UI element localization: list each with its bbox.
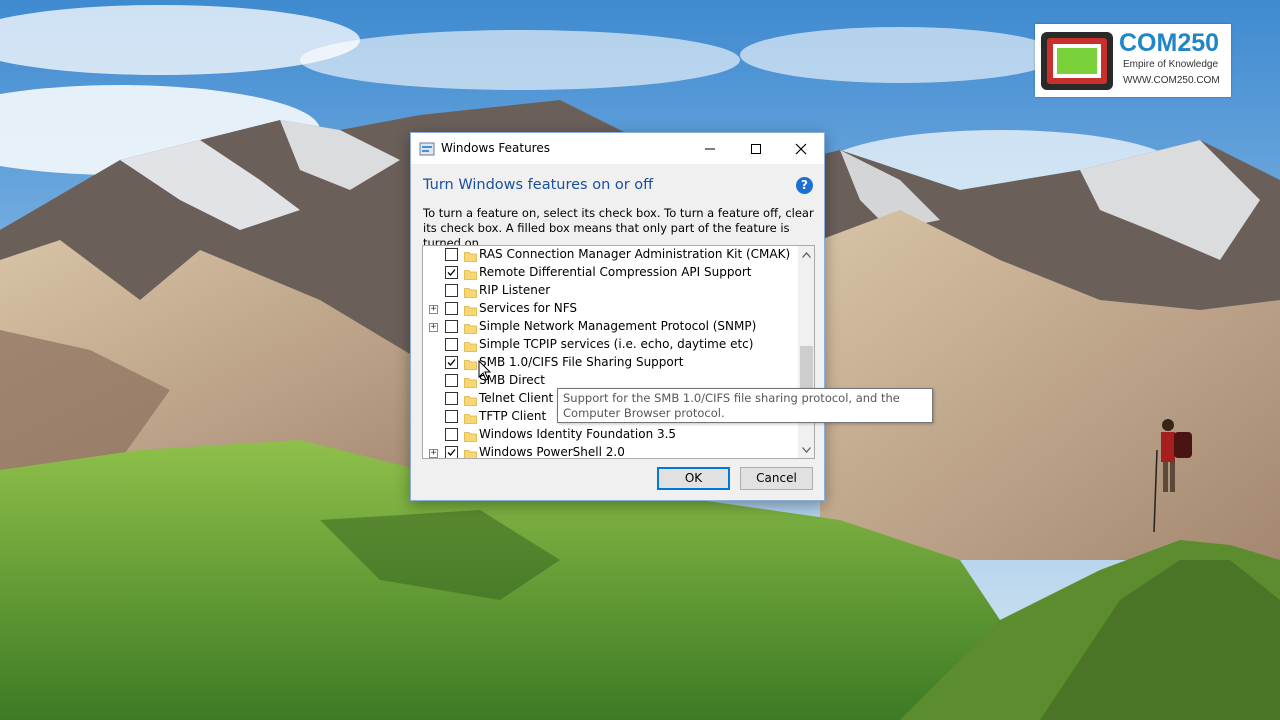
feature-checkbox[interactable] bbox=[445, 356, 458, 369]
close-icon bbox=[795, 143, 807, 154]
scroll-up-button[interactable] bbox=[798, 246, 814, 263]
feature-checkbox[interactable] bbox=[445, 410, 458, 423]
folder-icon bbox=[464, 374, 477, 388]
feature-checkbox[interactable] bbox=[445, 284, 458, 297]
feature-tree[interactable]: RAS Connection Manager Administration Ki… bbox=[422, 245, 815, 459]
vertical-scrollbar[interactable] bbox=[798, 246, 814, 458]
expand-plus-icon[interactable]: + bbox=[429, 449, 438, 458]
feature-label: RIP Listener bbox=[479, 283, 551, 297]
feature-label: TFTP Client bbox=[479, 409, 547, 423]
folder-icon bbox=[464, 320, 477, 334]
title-bar[interactable]: Windows Features bbox=[411, 133, 824, 164]
feature-checkbox[interactable] bbox=[445, 266, 458, 279]
checkmark-icon bbox=[447, 449, 456, 456]
feature-checkbox[interactable] bbox=[445, 248, 458, 261]
feature-row[interactable]: RIP Listener bbox=[423, 282, 798, 300]
logo-brand-com: COM bbox=[1119, 29, 1178, 57]
feature-checkbox[interactable] bbox=[445, 302, 458, 315]
dialog-heading: Turn Windows features on or off bbox=[423, 177, 654, 193]
folder-icon bbox=[464, 428, 477, 442]
chevron-up-icon bbox=[802, 251, 811, 258]
mouse-cursor-icon bbox=[478, 360, 492, 381]
folder-icon bbox=[464, 248, 477, 262]
logo-site: WWW.COM250.COM bbox=[1123, 75, 1220, 86]
chevron-down-icon bbox=[802, 446, 811, 453]
logo-brand-250: 250 bbox=[1177, 29, 1220, 57]
minimize-button[interactable] bbox=[687, 133, 733, 164]
checkmark-icon bbox=[447, 269, 456, 276]
folder-icon bbox=[464, 446, 477, 458]
feature-label: Windows Identity Foundation 3.5 bbox=[479, 427, 677, 441]
feature-label: Simple TCPIP services (i.e. echo, daytim… bbox=[479, 337, 754, 351]
feature-row[interactable]: + Simple Network Management Protocol (SNM… bbox=[423, 318, 798, 336]
feature-row[interactable]: Simple TCPIP services (i.e. echo, daytim… bbox=[423, 336, 798, 354]
folder-icon bbox=[464, 266, 477, 280]
feature-checkbox[interactable] bbox=[445, 374, 458, 387]
feature-checkbox[interactable] bbox=[445, 446, 458, 458]
feature-checkbox[interactable] bbox=[445, 428, 458, 441]
feature-label: Remote Differential Compression API Supp… bbox=[479, 265, 752, 279]
logo-tagline: Empire of Knowledge bbox=[1123, 59, 1219, 70]
com250-logo-mark-icon bbox=[1041, 32, 1113, 90]
folder-icon bbox=[464, 302, 477, 316]
feature-label: SMB 1.0/CIFS File Sharing Support bbox=[479, 355, 684, 369]
folder-icon bbox=[464, 356, 477, 370]
folder-icon bbox=[464, 392, 477, 406]
maximize-icon bbox=[751, 143, 761, 154]
feature-checkbox[interactable] bbox=[445, 392, 458, 405]
maximize-button[interactable] bbox=[733, 133, 779, 164]
folder-icon bbox=[464, 284, 477, 298]
feature-row[interactable]: Remote Differential Compression API Supp… bbox=[423, 264, 798, 282]
feature-label: RAS Connection Manager Administration Ki… bbox=[479, 247, 791, 261]
feature-row[interactable]: + Windows PowerShell 2.0 bbox=[423, 444, 798, 459]
checkmark-icon bbox=[447, 359, 456, 366]
feature-checkbox[interactable] bbox=[445, 338, 458, 351]
folder-icon bbox=[464, 338, 477, 352]
expand-plus-icon[interactable]: + bbox=[429, 305, 438, 314]
minimize-icon bbox=[705, 148, 715, 149]
windows-features-dialog: Windows Features Turn Windows features o… bbox=[410, 132, 825, 501]
cancel-button[interactable]: Cancel bbox=[740, 467, 813, 490]
help-icon[interactable]: ? bbox=[796, 177, 813, 194]
feature-label: Simple Network Management Protocol (SNMP… bbox=[479, 319, 757, 333]
feature-row[interactable]: + Services for NFS bbox=[423, 300, 798, 318]
windows-features-app-icon bbox=[419, 142, 435, 156]
folder-icon bbox=[464, 410, 477, 424]
scroll-down-button[interactable] bbox=[798, 441, 814, 458]
close-button[interactable] bbox=[778, 133, 824, 164]
feature-row[interactable]: RAS Connection Manager Administration Ki… bbox=[423, 246, 798, 264]
expand-plus-icon[interactable]: + bbox=[429, 323, 438, 332]
feature-label: Windows PowerShell 2.0 bbox=[479, 445, 625, 459]
feature-label: Services for NFS bbox=[479, 301, 578, 315]
feature-label: Telnet Client bbox=[479, 391, 554, 405]
dialog-title: Windows Features bbox=[441, 141, 550, 155]
ok-button[interactable]: OK bbox=[657, 467, 730, 490]
logo-brand: COM250 bbox=[1119, 29, 1219, 58]
com250-logo: COM250 Empire of Knowledge WWW.COM250.CO… bbox=[1035, 24, 1231, 97]
feature-checkbox[interactable] bbox=[445, 320, 458, 333]
feature-tooltip: Support for the SMB 1.0/CIFS file sharin… bbox=[557, 388, 933, 423]
feature-row[interactable]: Windows Identity Foundation 3.5 bbox=[423, 426, 798, 444]
